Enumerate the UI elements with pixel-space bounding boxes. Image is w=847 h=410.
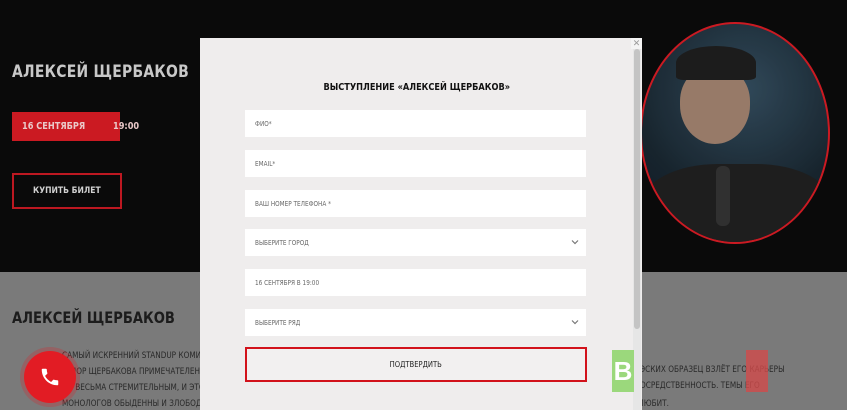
scrollbar-thumb[interactable]: [634, 49, 640, 329]
modal-title: ВЫСТУПЛЕНИЕ «АЛЕКСЕЙ ЩЕРБАКОВ»: [323, 82, 510, 93]
city-select[interactable]: ВЫБЕРИТЕ ГОРОД: [245, 229, 586, 256]
chevron-down-icon: [571, 240, 579, 245]
email-field[interactable]: EMAIL*: [245, 150, 586, 177]
datetime-field[interactable]: 16 СЕНТЯБРЯ В 19:00: [245, 269, 586, 296]
chat-widget[interactable]: В: [612, 350, 634, 392]
confirm-button[interactable]: ПОДТВЕРДИТЬ: [245, 347, 587, 382]
close-icon[interactable]: ✕: [631, 38, 642, 49]
side-widget[interactable]: [746, 350, 768, 392]
phone-icon: [41, 368, 59, 386]
row-select[interactable]: ВЫБЕРИТЕ РЯД: [245, 309, 586, 336]
chevron-down-icon: [571, 320, 579, 325]
name-field[interactable]: ФИО*: [245, 110, 586, 137]
modal-scrollbar[interactable]: [633, 49, 641, 410]
phone-field[interactable]: ВАШ НОМЕР ТЕЛЕФОНА *: [245, 190, 586, 217]
call-button[interactable]: [24, 351, 76, 403]
